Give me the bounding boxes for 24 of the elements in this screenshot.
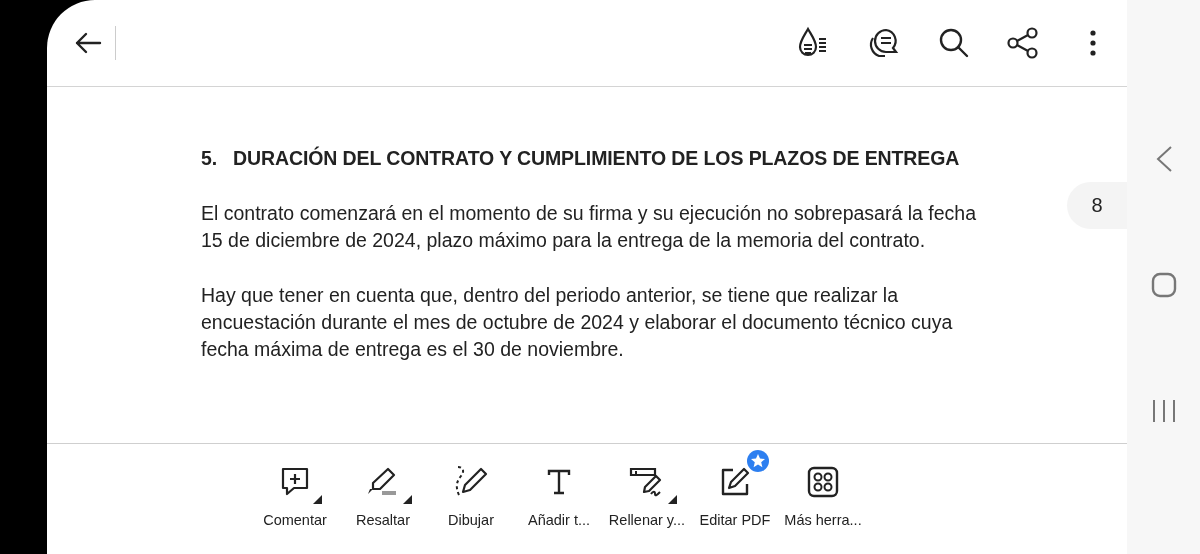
tool-button[interactable]: Resaltar	[341, 448, 425, 528]
dropdown-triangle-icon	[313, 495, 322, 504]
search-icon[interactable]	[937, 26, 971, 60]
tool-button[interactable]: Rellenar y...	[605, 448, 689, 528]
body-paragraph: El contrato comenzará en el momento de su firma y su ejecución no sobrepasará la fecha 15 de diciembre de 2024, plazo máximo para la entrega de la memoria del contrato.	[201, 201, 977, 253]
grid-icon	[807, 466, 839, 498]
tool-button[interactable]: Dibujar	[429, 448, 513, 528]
recent-apps-icon[interactable]	[1150, 398, 1177, 425]
home-nav-icon[interactable]	[1150, 272, 1177, 299]
tool-button[interactable]: Añadir t...	[517, 448, 601, 528]
back-nav-icon[interactable]	[1154, 144, 1173, 173]
page-number-badge: 8	[1067, 182, 1127, 229]
text-icon	[547, 469, 571, 495]
star-badge-icon	[747, 450, 769, 472]
edit-icon	[719, 466, 751, 498]
tool-button[interactable]: Comentar	[253, 448, 337, 528]
body-paragraph: Hay que tener en cuenta que, dentro del periodo anterior, se tiene que realizar la encuestación durante el mes de octubre de 2024 y elaborar el documento técnico cuya fecha máxima de entrega es el 30 de noviembre.	[201, 283, 954, 362]
dropdown-triangle-icon	[403, 495, 412, 504]
more-options-icon[interactable]	[1089, 29, 1097, 57]
tool-button[interactable]: Más herra...	[781, 448, 865, 528]
section-heading: 5. DURACIÓN DEL CONTRATO Y CUMPLIMIENTO DE LOS PLAZOS DE ENTREGA	[201, 147, 961, 170]
comment-add-icon	[280, 466, 310, 498]
tool-button[interactable]: Editar PDF	[693, 448, 777, 528]
dropdown-triangle-icon	[668, 495, 677, 504]
